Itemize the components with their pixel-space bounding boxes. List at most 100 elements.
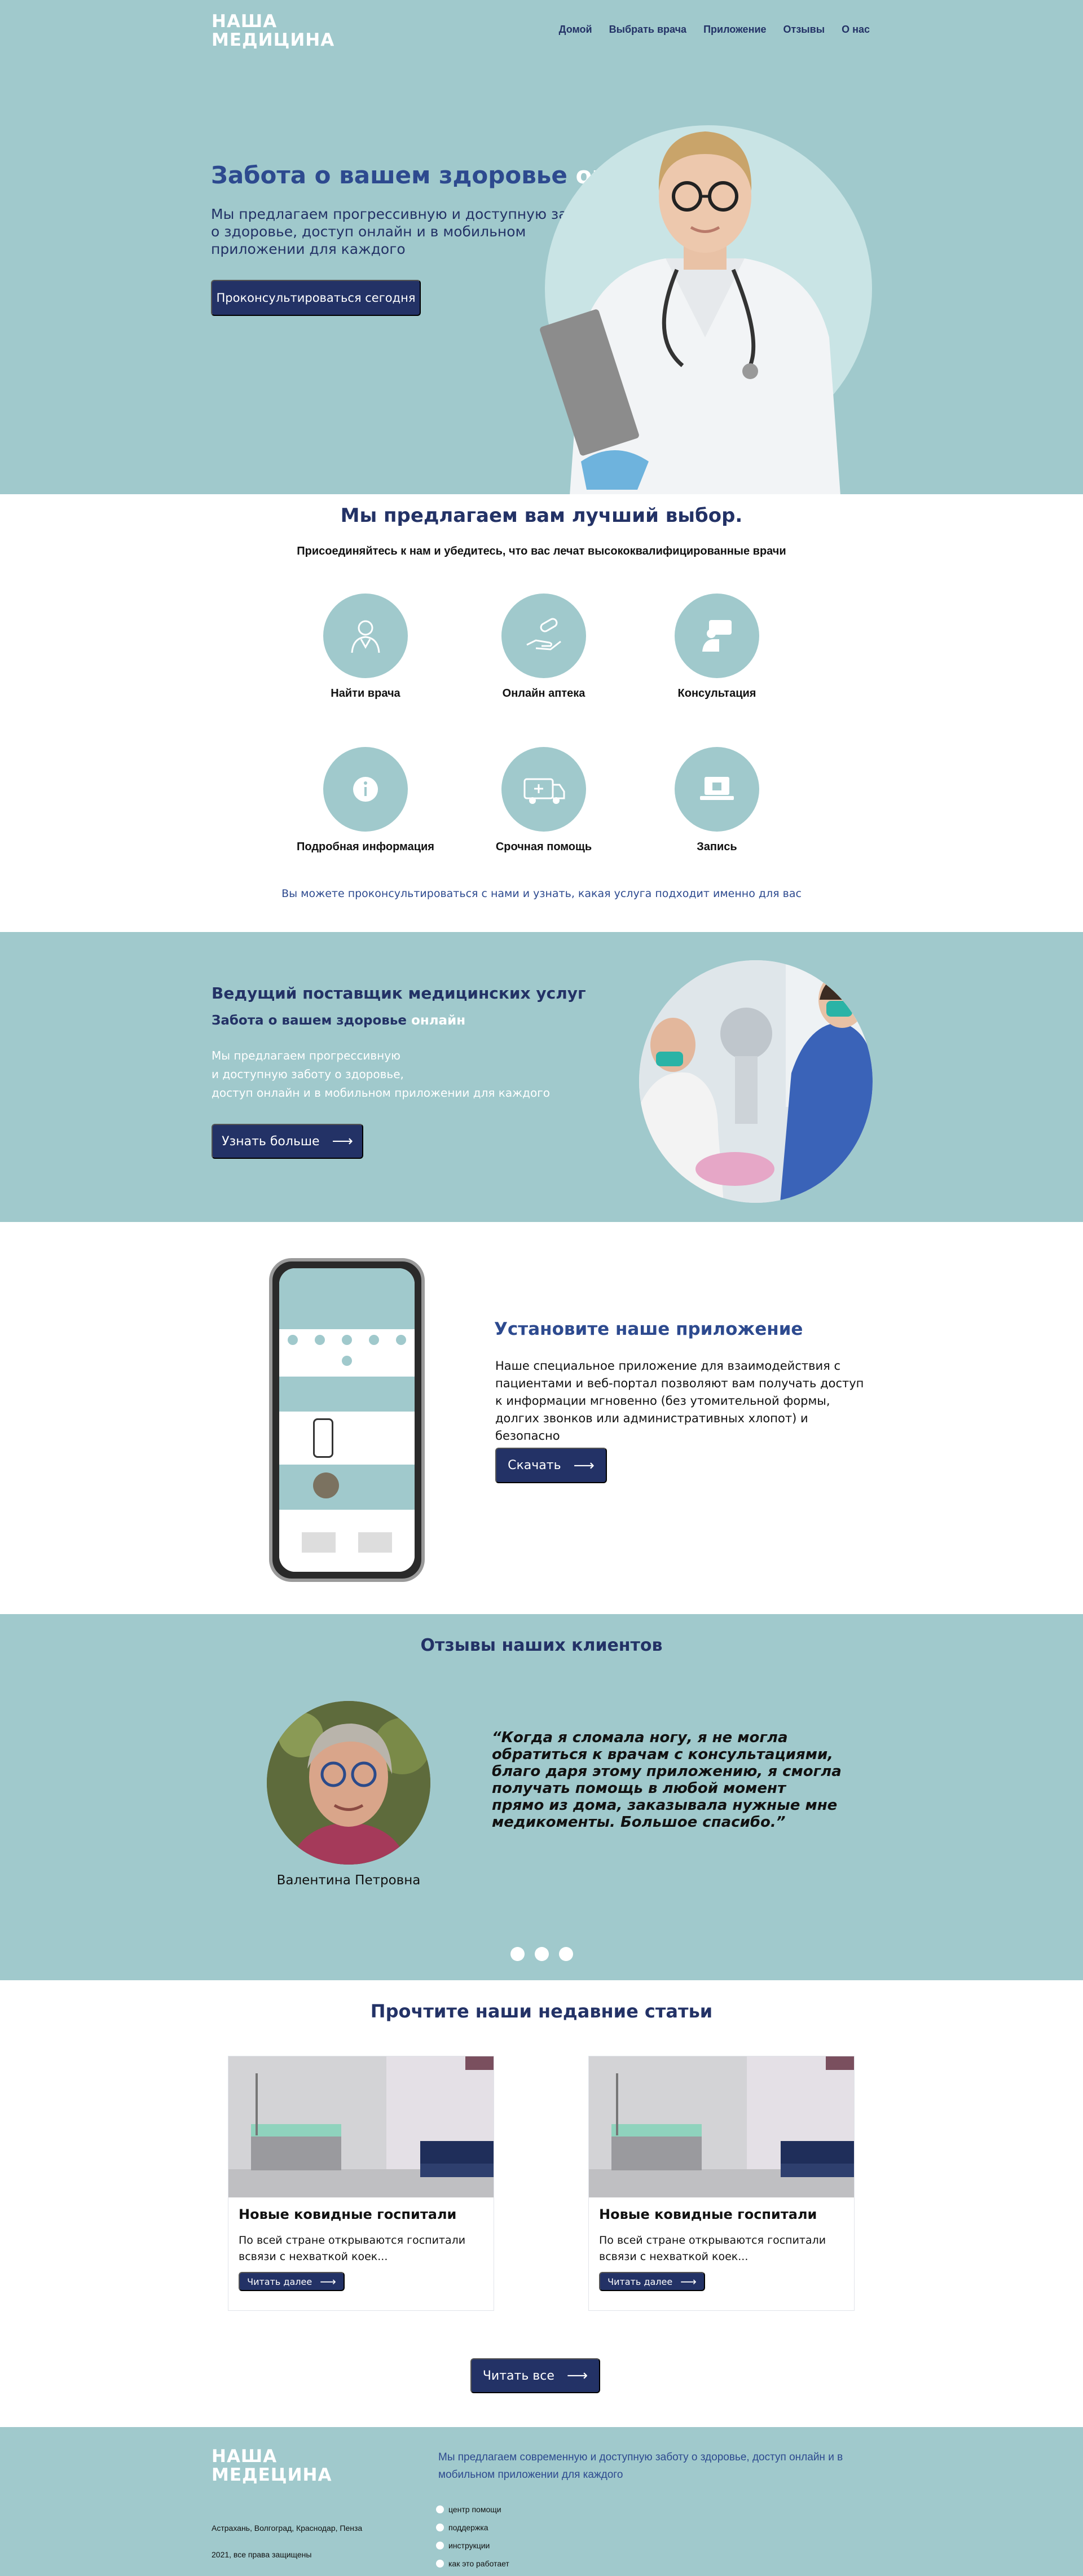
nav-about[interactable]: О нас [842, 24, 870, 36]
service-label: Запись [697, 841, 737, 853]
review-quote: “Когда я сломала ногу, я не могла обрати… [492, 1729, 842, 1831]
services-subtitle: Присоединяйтесь к нам и убедитесь, что в… [297, 545, 786, 557]
phone-mockup [269, 1258, 425, 1582]
footer-tagline: Мы предлагаем современную и доступную за… [438, 2451, 843, 2481]
footer-link-label: поддержка [448, 2523, 488, 2532]
info-icon [323, 747, 408, 832]
carousel-dot[interactable] [558, 1947, 573, 1961]
article-title: Новые ковидные госпитали [239, 2206, 457, 2222]
provider-subtitle-accent: онлайн [411, 1013, 466, 1028]
provider-text-line: доступ онлайн и в мобильном приложении д… [212, 1086, 550, 1100]
article-title: Новые ковидные госпитали [599, 2206, 817, 2222]
doctor-icon [323, 594, 408, 678]
service-appointment[interactable]: Запись [644, 747, 790, 854]
ambulance-icon [501, 747, 586, 832]
logo[interactable]: НАША МЕДИЦИНА [212, 12, 334, 50]
footer-link-label: инструкции [448, 2541, 490, 2550]
hero-title-main: Забота о вашем здоровье [211, 161, 576, 189]
provider-text-line: и доступную заботу о здоровье, [212, 1067, 404, 1081]
read-all-label: Читать все [482, 2368, 554, 2383]
app-text: Наше специальное приложение для взаимоде… [495, 1359, 864, 1443]
article-card[interactable]: Новые ковидные госпитали По всей стране … [588, 2056, 855, 2311]
provider-text: Мы предлагаем прогрессивную и доступную … [212, 1047, 573, 1102]
article-card[interactable]: Новые ковидные госпитали По всей стране … [228, 2056, 494, 2311]
service-detailed-info[interactable]: Подробная информация [292, 747, 439, 854]
dentist-image [639, 960, 873, 1203]
read-more-button[interactable]: Читать далее ⟶ [239, 2272, 345, 2291]
doctor-image [540, 131, 840, 494]
download-button[interactable]: Скачать ⟶ [495, 1448, 607, 1483]
service-emergency[interactable]: Срочная помощь [470, 747, 617, 854]
services-section: Мы предлагаем вам лучший выбор. Присоеди… [0, 494, 1083, 932]
hospital-image [228, 2056, 494, 2197]
articles-section: Прочтите наши недавние статьи Новые кови… [0, 1980, 1083, 2427]
hospital-image [589, 2056, 854, 2197]
articles-title: Прочтите наши недавние статьи [370, 2001, 713, 2022]
pill-hand-icon [501, 594, 586, 678]
app-section: Установите наше приложение Наше специаль… [0, 1222, 1083, 1614]
arrow-right-icon: ⟶ [573, 1457, 595, 1474]
consultation-icon [675, 594, 759, 678]
reviewer-avatar [267, 1701, 430, 1865]
learn-more-button[interactable]: Узнать больше ⟶ [212, 1124, 363, 1159]
footer-logo-line1: НАША [212, 2446, 278, 2467]
nav-home[interactable]: Домой [559, 24, 592, 36]
bullet-icon [436, 2524, 444, 2531]
service-label: Срочная помощь [495, 841, 592, 853]
arrow-right-icon: ⟶ [320, 2275, 336, 2288]
bullet-icon [436, 2560, 444, 2568]
footer-link-support[interactable]: поддержка [436, 2518, 509, 2537]
footer-logo-line2: МЕДЕЦИНА [212, 2465, 332, 2485]
phone-screen [279, 1268, 415, 1572]
arrow-right-icon: ⟶ [566, 2367, 588, 2384]
service-find-doctor[interactable]: Найти врача [292, 594, 439, 700]
footer-links: центр помощи поддержка инструкции как эт… [436, 2500, 509, 2573]
provider-title: Ведущий поставщик медицинских услуг [212, 984, 586, 1003]
read-more-label: Читать далее [247, 2276, 312, 2287]
footer-link-how-it-works[interactable]: как это работает [436, 2555, 509, 2573]
bullet-icon [436, 2505, 444, 2513]
nav-choose-doctor[interactable]: Выбрать врача [609, 24, 686, 36]
nav-app[interactable]: Приложение [703, 24, 766, 36]
hero-section: НАША МЕДИЦИНА Домой Выбрать врача Прилож… [0, 0, 1083, 494]
article-text: По всей стране открываются госпитали всв… [599, 2234, 826, 2263]
consult-button[interactable]: Проконсультироваться сегодня [211, 280, 421, 316]
nav-reviews[interactable]: Отзывы [783, 24, 825, 36]
provider-subtitle-main: Забота о вашем здоровье [212, 1013, 412, 1028]
learn-more-label: Узнать больше [222, 1134, 320, 1149]
service-consultation[interactable]: Консультация [644, 594, 790, 700]
footer-link-label: как это работает [448, 2559, 509, 2568]
footer-copyright: 2021, все права защищены [212, 2550, 312, 2559]
footer-logo[interactable]: НАША МЕДЕЦИНА [212, 2447, 332, 2485]
read-more-button[interactable]: Читать далее ⟶ [599, 2272, 705, 2291]
reviews-section: Отзывы наших клиентов Валентина Петровна… [0, 1614, 1083, 1980]
footer-link-help-center[interactable]: центр помощи [436, 2500, 509, 2518]
article-text: По всей стране открываются госпитали всв… [239, 2234, 466, 2263]
services-note: Вы можете проконсультироваться с нами и … [281, 887, 802, 900]
read-all-button[interactable]: Читать все ⟶ [470, 2358, 600, 2393]
footer: НАША МЕДЕЦИНА Астрахань, Волгоград, Крас… [0, 2427, 1083, 2576]
laptop-icon [675, 747, 759, 832]
arrow-right-icon: ⟶ [332, 1133, 353, 1150]
main-nav: Домой Выбрать врача Приложение Отзывы О … [559, 24, 870, 36]
carousel-dot[interactable] [510, 1947, 525, 1961]
logo-line2: МЕДИЦИНА [212, 30, 335, 50]
footer-link-instructions[interactable]: инструкции [436, 2537, 509, 2555]
service-online-pharmacy[interactable]: Онлайн аптека [470, 594, 617, 700]
service-label: Найти врача [331, 687, 400, 700]
carousel-dot[interactable] [534, 1947, 549, 1961]
bullet-icon [436, 2542, 444, 2549]
services-title: Мы предлагаем вам лучший выбор. [340, 504, 743, 527]
footer-link-label: центр помощи [448, 2505, 501, 2514]
download-label: Скачать [508, 1458, 561, 1472]
service-label: Консультация [677, 687, 756, 700]
service-label: Подробная информация [297, 841, 434, 853]
provider-subtitle: Забота о вашем здоровье онлайн [212, 1013, 465, 1028]
read-more-label: Читать далее [607, 2276, 673, 2287]
arrow-right-icon: ⟶ [680, 2275, 697, 2288]
carousel-dots [0, 1947, 1083, 1961]
provider-section: Ведущий поставщик медицинских услуг Забо… [0, 932, 1083, 1222]
reviewer-name: Валентина Петровна [276, 1873, 421, 1888]
logo-line1: НАША [212, 11, 278, 32]
service-label: Онлайн аптека [502, 687, 585, 700]
